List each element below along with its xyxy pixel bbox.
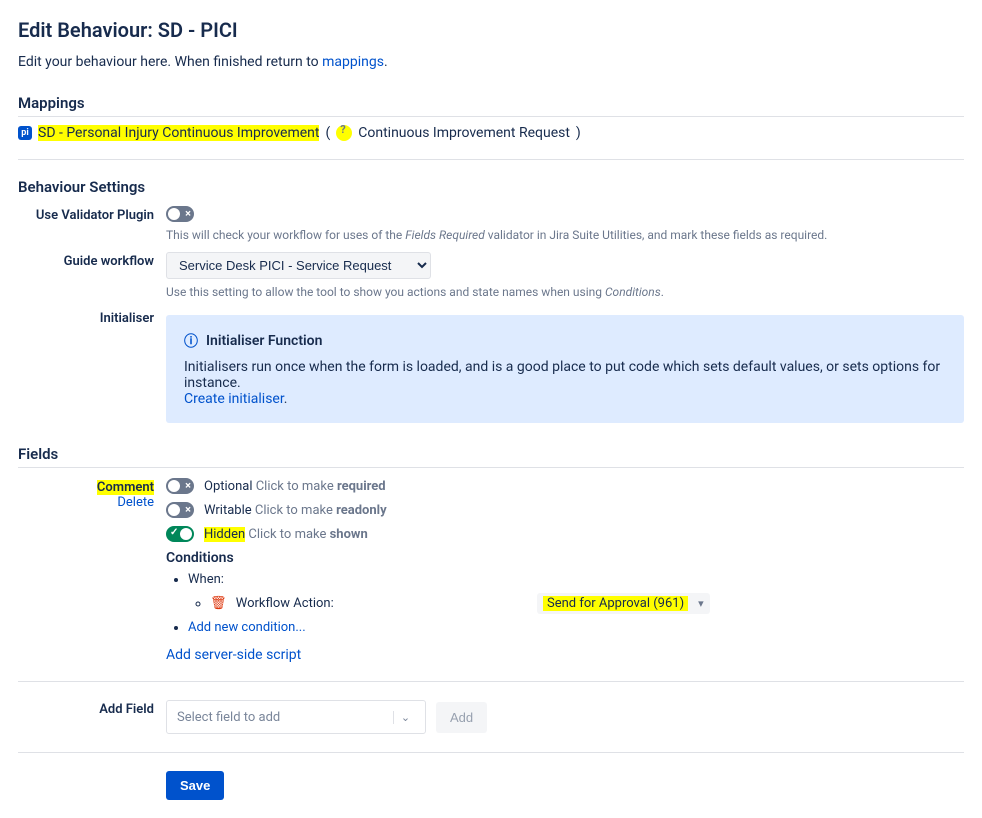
workflow-action-select[interactable]: Send for Approval (961) ▾ xyxy=(537,593,710,614)
add-field-placeholder: Select field to add xyxy=(177,710,280,725)
mapping-project-name: SD - Personal Injury Continuous Improvem… xyxy=(38,125,319,141)
divider xyxy=(18,752,964,753)
mappings-link[interactable]: mappings xyxy=(322,54,384,70)
when-label: When: xyxy=(188,572,224,587)
validator-hint: This will check your workflow for uses o… xyxy=(166,228,964,242)
add-new-condition-link[interactable]: Add new condition... xyxy=(188,620,306,635)
conditions-title: Conditions xyxy=(166,550,964,566)
optional-status-text: Optional xyxy=(204,479,252,494)
guide-hint-post: . xyxy=(661,285,664,299)
chevron-down-icon: ⌄ xyxy=(393,711,417,724)
validator-hint-em: Fields Required xyxy=(405,228,485,242)
add-field-select[interactable]: Select field to add ⌄ xyxy=(166,700,426,734)
initialiser-label: Initialiser xyxy=(100,311,154,326)
add-server-side-script-link[interactable]: Add server-side script xyxy=(166,647,301,663)
hidden-status: Hidden Click to make shown xyxy=(204,527,368,542)
writable-status: Writable Click to make readonly xyxy=(204,503,387,518)
field-delete-link[interactable]: Delete xyxy=(117,495,154,510)
project-icon: pi xyxy=(18,126,32,140)
divider xyxy=(18,681,964,682)
create-initialiser-link[interactable]: Create initialiser xyxy=(184,391,284,407)
hidden-toggle[interactable]: ✓ xyxy=(166,526,194,542)
guide-hint-em: Conditions xyxy=(605,285,661,299)
behaviour-settings-heading: Behaviour Settings xyxy=(18,178,964,196)
writable-action-pre: Click to make xyxy=(255,503,336,518)
mapping-issue-type: Continuous Improvement Request xyxy=(358,125,570,141)
mappings-heading: Mappings xyxy=(18,94,964,117)
fields-heading: Fields xyxy=(18,445,964,468)
guide-workflow-select[interactable]: Service Desk PICI - Service Request xyxy=(166,252,431,279)
writable-toggle[interactable]: × xyxy=(166,502,194,518)
field-row-name: Comment xyxy=(97,480,154,495)
issuetype-icon xyxy=(336,125,352,141)
intro-text: Edit your behaviour here. When finished … xyxy=(18,54,964,70)
guide-hint-pre: Use this setting to allow the tool to sh… xyxy=(166,285,605,299)
initialiser-panel-text: Initialisers run once when the form is l… xyxy=(184,359,946,391)
mapping-row: pi SD - Personal Injury Continuous Impro… xyxy=(18,125,964,141)
guide-workflow-label: Guide workflow xyxy=(64,254,154,269)
workflow-action-label: Workflow Action: xyxy=(236,596,334,611)
chevron-down-icon: ▾ xyxy=(698,597,704,610)
workflow-action-value: Send for Approval (961) xyxy=(543,596,688,611)
intro-suffix: . xyxy=(384,54,388,70)
delete-condition-icon[interactable]: 🗑 xyxy=(210,596,227,611)
writable-status-text: Writable xyxy=(204,503,252,518)
condition-workflow-action: 🗑 Workflow Action: Send for Approval (96… xyxy=(210,593,964,614)
divider xyxy=(18,159,964,160)
add-button[interactable]: Add xyxy=(436,702,487,733)
condition-when: When: 🗑 Workflow Action: Send for Approv… xyxy=(188,572,964,614)
validator-hint-pre: This will check your workflow for uses o… xyxy=(166,228,405,242)
optional-toggle[interactable]: × xyxy=(166,478,194,494)
initialiser-panel: ⓘ Initialiser Function Initialisers run … xyxy=(166,315,964,423)
validator-label: Use Validator Plugin xyxy=(36,208,154,223)
guide-workflow-hint: Use this setting to allow the tool to sh… xyxy=(166,285,964,299)
save-button[interactable]: Save xyxy=(166,771,224,800)
optional-status: Optional Click to make required xyxy=(204,479,386,494)
validator-hint-post: validator in Jira Suite Utilities, and m… xyxy=(485,228,828,242)
writable-action-bold: readonly xyxy=(336,503,387,518)
hidden-status-text: Hidden xyxy=(204,527,245,542)
page-title: Edit Behaviour: SD - PICI xyxy=(18,18,964,42)
optional-action-pre: Click to make xyxy=(256,479,337,494)
paren-open: ( xyxy=(325,125,330,141)
validator-toggle[interactable]: × xyxy=(166,206,194,222)
optional-action-bold: required xyxy=(337,479,386,494)
initialiser-punct: . xyxy=(284,391,288,407)
hidden-action-pre: Click to make xyxy=(248,527,329,542)
info-icon: ⓘ xyxy=(184,331,198,351)
add-field-label: Add Field xyxy=(99,702,154,717)
paren-close: ) xyxy=(576,125,581,141)
intro-prefix: Edit your behaviour here. When finished … xyxy=(18,54,322,70)
initialiser-panel-title: Initialiser Function xyxy=(206,333,322,349)
hidden-action-bold: shown xyxy=(330,527,368,542)
